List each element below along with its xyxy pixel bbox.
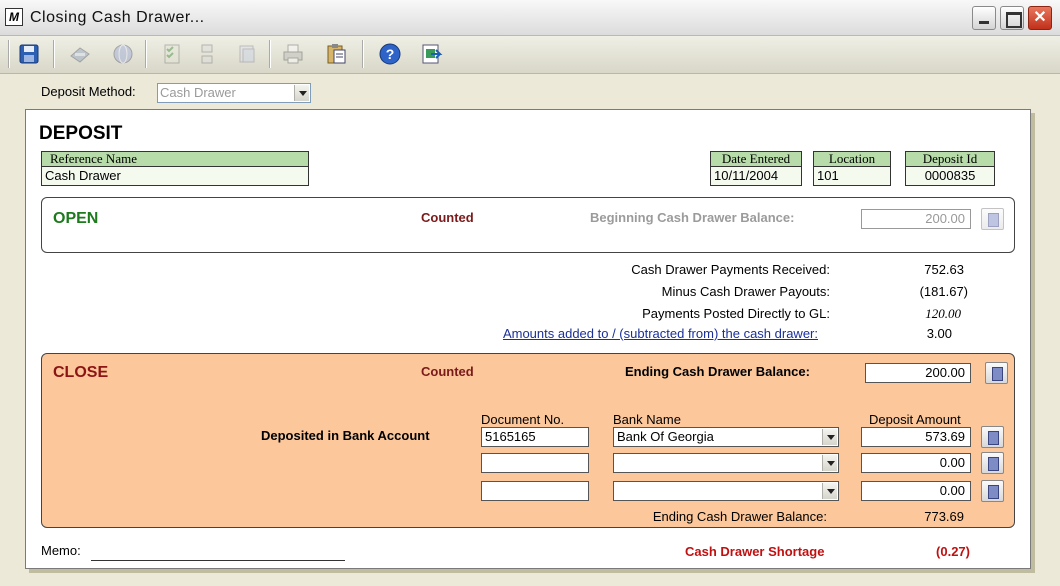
deposit-id-field[interactable]: 0000835 <box>905 167 995 186</box>
close-label: CLOSE <box>53 364 109 381</box>
chevron-down-icon[interactable] <box>822 429 837 445</box>
location-label: Location <box>813 151 891 167</box>
copy-icon[interactable] <box>233 40 261 68</box>
grid-icon[interactable] <box>193 40 221 68</box>
document-no-input[interactable]: 5165165 <box>481 427 589 447</box>
bank-name-select[interactable] <box>613 481 839 501</box>
deposit-method-value: Cash Drawer <box>160 85 236 100</box>
memo-input[interactable] <box>91 560 345 561</box>
bank-name-select[interactable] <box>613 453 839 473</box>
document-no-header: Document No. <box>481 412 565 427</box>
toolbar-separator <box>145 40 147 68</box>
app-icon: M <box>5 8 23 26</box>
shortage-value: (0.27) <box>936 544 970 559</box>
payouts-value: (181.67) <box>919 284 968 299</box>
window-title: Closing Cash Drawer... <box>30 9 205 26</box>
payments-received-value: 752.63 <box>924 262 964 277</box>
bank-name-value: Bank Of Georgia <box>617 429 714 444</box>
reference-name-field[interactable]: Cash Drawer <box>41 167 309 186</box>
printer-icon[interactable] <box>279 40 307 68</box>
print-preview-icon[interactable] <box>66 40 94 68</box>
save-icon[interactable] <box>15 40 43 68</box>
payouts-label: Minus Cash Drawer Payouts: <box>661 284 830 299</box>
beginning-balance-input[interactable]: 200.00 <box>861 209 971 229</box>
close-window-button[interactable] <box>1028 6 1052 30</box>
shortage-label: Cash Drawer Shortage <box>685 544 825 559</box>
toolbar-separator <box>269 40 271 68</box>
ending-balance-label: Ending Cash Drawer Balance: <box>625 364 810 379</box>
toolbar: ? <box>0 36 1060 74</box>
posted-gl-value: 120.00 <box>925 306 961 321</box>
date-entered-field[interactable]: 10/11/2004 <box>710 167 802 186</box>
deposit-amount-header: Deposit Amount <box>869 412 961 427</box>
reference-name-label: Reference Name <box>41 151 309 167</box>
calculator-icon[interactable] <box>981 452 1004 474</box>
title-bar: M Closing Cash Drawer... <box>0 0 1060 36</box>
page-title: DEPOSIT <box>39 123 123 144</box>
close-counted-label: Counted <box>421 364 474 379</box>
ending-balance-input[interactable]: 200.00 <box>865 363 971 383</box>
memo-label: Memo: <box>41 543 81 558</box>
amounts-added-value: 3.00 <box>926 326 952 341</box>
deposit-amount-input[interactable]: 0.00 <box>861 453 971 473</box>
document-no-input[interactable] <box>481 481 589 501</box>
maximize-button[interactable] <box>1000 6 1024 30</box>
chevron-down-icon[interactable] <box>822 483 837 499</box>
minimize-button[interactable] <box>972 6 996 30</box>
posted-gl-label: Payments Posted Directly to GL: <box>642 306 830 321</box>
bank-name-select[interactable]: Bank Of Georgia <box>613 427 839 447</box>
payments-received-label: Cash Drawer Payments Received: <box>631 262 830 277</box>
calculator-icon[interactable] <box>981 208 1004 230</box>
deposit-amount-input[interactable]: 0.00 <box>861 481 971 501</box>
open-label: OPEN <box>53 210 99 227</box>
chevron-down-icon[interactable] <box>294 85 309 101</box>
deposit-amount-input[interactable]: 573.69 <box>861 427 971 447</box>
globe-icon[interactable] <box>109 40 137 68</box>
calculator-icon[interactable] <box>985 362 1008 384</box>
amounts-added-link[interactable]: Amounts added to / (subtracted from) the… <box>470 326 818 341</box>
deposit-method-select[interactable]: Cash Drawer <box>157 83 311 103</box>
checklist-icon[interactable] <box>158 40 186 68</box>
deposit-method-label: Deposit Method: <box>41 84 136 99</box>
toolbar-separator <box>53 40 55 68</box>
document-no-input[interactable] <box>481 453 589 473</box>
toolbar-separator <box>362 40 364 68</box>
svg-text:?: ? <box>386 46 395 62</box>
deposited-label: Deposited in Bank Account <box>261 428 430 443</box>
bank-name-header: Bank Name <box>613 412 681 427</box>
ending-balance-bottom-value: 773.69 <box>924 509 964 524</box>
deposit-id-label: Deposit Id <box>905 151 995 167</box>
open-counted-label: Counted <box>421 210 474 225</box>
export-icon[interactable] <box>417 40 445 68</box>
chevron-down-icon[interactable] <box>822 455 837 471</box>
clipboard-icon[interactable] <box>322 40 350 68</box>
toolbar-separator <box>8 40 10 68</box>
help-icon[interactable]: ? <box>376 40 404 68</box>
ending-balance-bottom-label: Ending Cash Drawer Balance: <box>652 509 827 524</box>
calculator-icon[interactable] <box>981 426 1004 448</box>
date-entered-label: Date Entered <box>710 151 802 167</box>
location-field[interactable]: 101 <box>813 167 891 186</box>
calculator-icon[interactable] <box>981 480 1004 502</box>
beginning-balance-label: Beginning Cash Drawer Balance: <box>590 210 795 225</box>
